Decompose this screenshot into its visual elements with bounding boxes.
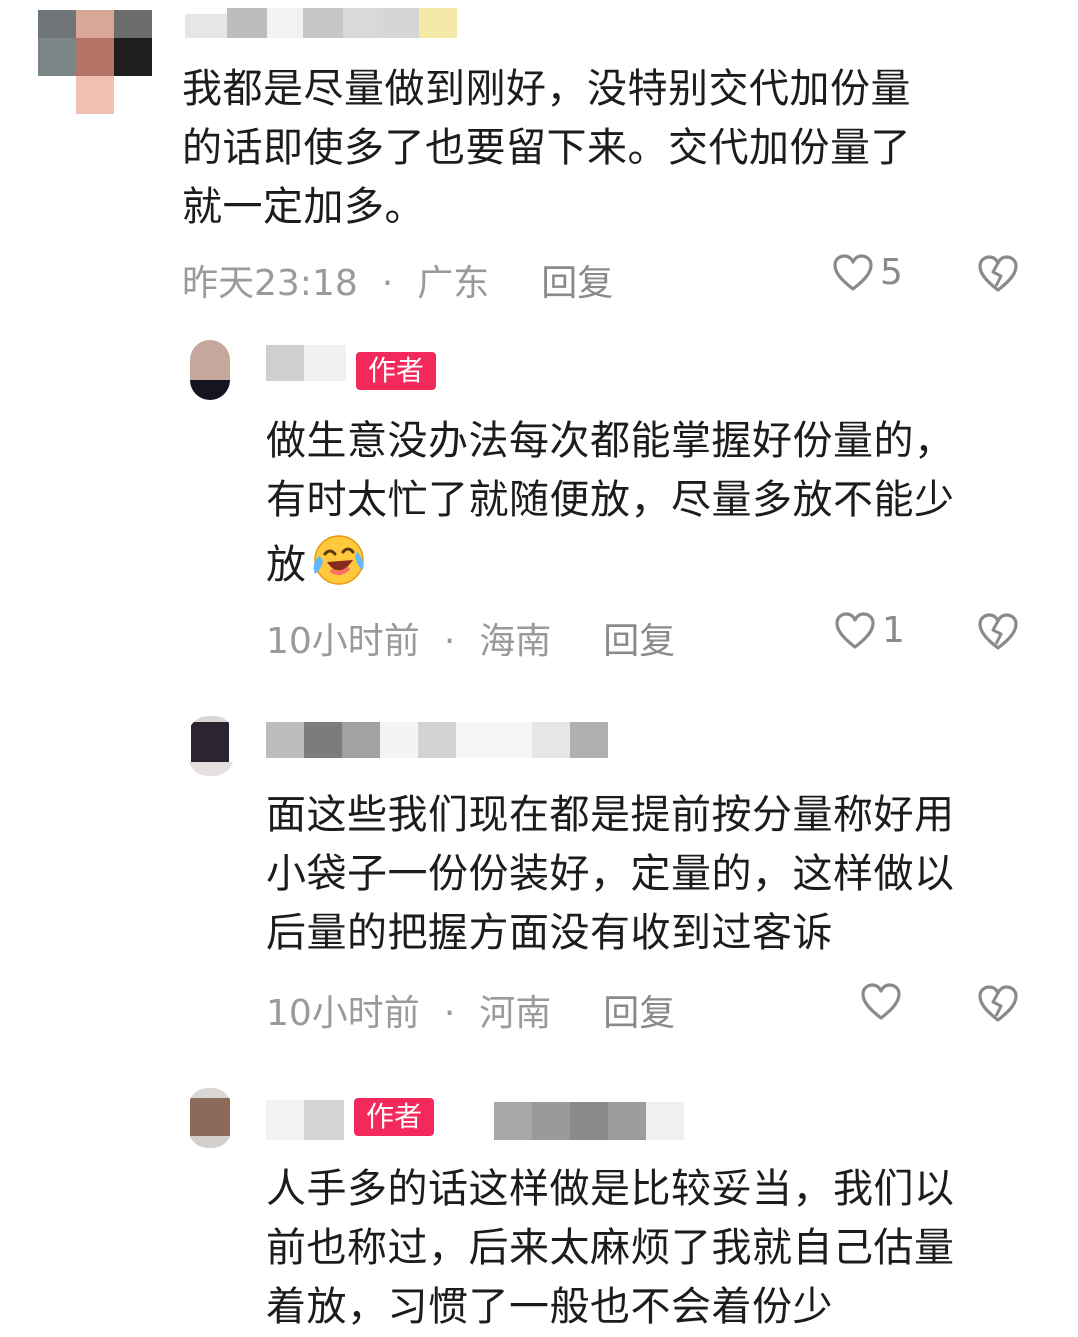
laughing-crying-emoji-icon: [313, 535, 364, 585]
dislike-button[interactable]: [977, 612, 1019, 656]
heart-outline-icon: [861, 983, 901, 1020]
comment-line: 着放，习惯了一般也不会着份少: [266, 1284, 833, 1330]
comment-line: 后量的把握方面没有收到过客诉: [266, 910, 833, 956]
broken-heart-icon: [978, 255, 1018, 292]
username-blurred[interactable]: [266, 722, 610, 758]
heart-outline-icon: [833, 253, 873, 291]
separator: ·: [443, 621, 456, 662]
broken-heart-icon: [978, 985, 1018, 1022]
like-button[interactable]: [860, 982, 908, 1022]
comment-text: 做生意没办法每次都能掌握好份量的， 有时太忙了就随便放，尽量多放不能少 放: [266, 412, 955, 595]
reply-button[interactable]: 回复: [541, 254, 613, 306]
username-blurred[interactable]: [266, 345, 346, 381]
comment-line: 有时太忙了就随便放，尽量多放不能少: [266, 477, 955, 523]
timestamp: 10小时前: [266, 621, 420, 662]
location: 海南: [479, 621, 552, 662]
separator: ·: [443, 993, 456, 1034]
avatar[interactable]: [188, 716, 234, 776]
username-blurred[interactable]: [266, 1100, 346, 1140]
comment-text: 人手多的话这样做是比较妥当，我们以 前也称过，后来太麻烦了我就自己估量 着放，习…: [266, 1160, 955, 1337]
location: 广东: [417, 263, 490, 304]
comment-line: 前也称过，后来太麻烦了我就自己估量: [266, 1225, 955, 1271]
like-count: 1: [882, 610, 905, 651]
comment-meta: 昨天23:18 · 广东 回复: [182, 254, 613, 306]
comment-line: 人手多的话这样做是比较妥当，我们以: [266, 1166, 955, 1212]
like-count: 5: [880, 252, 903, 293]
comment-line: 做生意没办法每次都能掌握好份量的，: [266, 418, 955, 464]
broken-heart-icon: [978, 613, 1018, 650]
like-button[interactable]: 1: [834, 610, 905, 651]
comment-text: 面这些我们现在都是提前按分量称好用 小袋子一份份装好，定量的，这样做以 后量的把…: [266, 786, 955, 963]
reply-button[interactable]: 回复: [603, 612, 675, 664]
comment-line: 我都是尽量做到刚好，没特别交代加份量: [182, 66, 911, 112]
dislike-button[interactable]: [977, 984, 1019, 1028]
comment-line: 小袋子一份份装好，定量的，这样做以: [266, 851, 955, 897]
reply-button[interactable]: 回复: [603, 984, 675, 1036]
username-blurred[interactable]: [494, 1102, 724, 1140]
comment-text: 我都是尽量做到刚好，没特别交代加份量 的话即使多了也要留下来。交代加份量了 就一…: [182, 60, 911, 237]
like-button[interactable]: 5: [832, 252, 903, 293]
dislike-button[interactable]: [977, 254, 1019, 298]
author-badge: 作者: [354, 1098, 435, 1136]
avatar[interactable]: [38, 10, 152, 114]
avatar[interactable]: [190, 340, 230, 400]
username-blurred[interactable]: [185, 8, 457, 38]
location: 河南: [479, 993, 552, 1034]
comment-line: 放: [266, 530, 955, 595]
comment-line-text: 放: [266, 542, 307, 588]
timestamp: 昨天23:18: [182, 263, 358, 304]
avatar[interactable]: [188, 1088, 232, 1148]
separator: ·: [381, 263, 394, 304]
heart-outline-icon: [835, 611, 875, 649]
comment-line: 就一定加多。: [182, 184, 425, 230]
timestamp: 10小时前: [266, 993, 420, 1034]
comment-meta: 10小时前 · 河南 回复: [266, 984, 675, 1036]
author-badge: 作者: [356, 352, 437, 390]
comment-line: 的话即使多了也要留下来。交代加份量了: [182, 125, 911, 171]
comment-line: 面这些我们现在都是提前按分量称好用: [266, 792, 955, 838]
comment-meta: 10小时前 · 海南 回复: [266, 612, 675, 664]
